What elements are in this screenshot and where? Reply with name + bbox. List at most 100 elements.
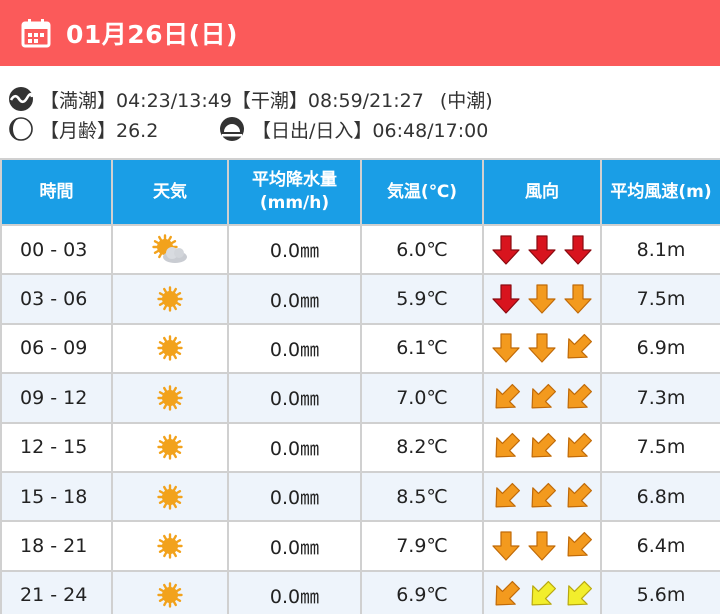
wind-arrows	[484, 233, 600, 267]
wind-speed-cell: 7.5m	[600, 421, 720, 473]
wind-arrow-icon	[495, 433, 521, 458]
table-row: 06 - 09 0.0㎜ 6.1℃ 6.9m	[0, 322, 720, 375]
wind-arrows	[484, 529, 600, 563]
table-row: 12 - 15 0.0㎜ 8.2℃ 7.5m	[0, 421, 720, 473]
time-cell: 03 - 06	[0, 273, 113, 325]
header-wind-dir: 風向	[482, 158, 602, 226]
wind-arrows	[484, 480, 600, 514]
table-row: 03 - 06 0.0㎜ 5.9℃ 7.5m	[0, 273, 720, 325]
table-header-row: 時間 天気 平均降水量 (mm/h) 気温(℃) 風向 平均風速(m)	[0, 158, 720, 226]
wind-arrow-icon	[495, 581, 521, 606]
wind-dir-cell	[482, 223, 602, 276]
wind-speed-cell: 5.6m	[600, 569, 720, 614]
wind-dir-cell	[482, 322, 602, 375]
wind-arrow-icon	[528, 333, 556, 364]
header-precip: 平均降水量 (mm/h)	[227, 158, 362, 226]
temp-cell: 7.0℃	[360, 372, 484, 424]
weather-cell	[111, 421, 229, 473]
wind-arrow-icon	[528, 235, 556, 265]
time-cell: 09 - 12	[0, 372, 113, 424]
partly-cloudy-icon	[152, 233, 187, 263]
wind-speed-cell: 7.5m	[600, 273, 720, 325]
high-tide-text: 【満潮】04:23/13:49	[40, 89, 232, 112]
wind-arrow-icon	[567, 581, 593, 606]
wind-arrow-icon	[564, 284, 592, 314]
wind-arrow-icon	[492, 531, 520, 561]
wind-arrow-icon	[564, 235, 592, 265]
temp-cell: 6.0℃	[360, 223, 484, 276]
table-row: 15 - 18 0.0㎜ 8.5℃ 6.8m	[0, 470, 720, 523]
sunny-icon	[157, 582, 183, 609]
time-cell: 00 - 03	[0, 223, 113, 276]
wind-speed-cell: 6.4m	[600, 520, 720, 572]
time-cell: 18 - 21	[0, 520, 113, 572]
weather-cell	[111, 273, 229, 325]
header-precip-line1: 平均降水量	[252, 170, 337, 191]
temp-cell: 7.9℃	[360, 520, 484, 572]
sunny-icon	[157, 483, 183, 510]
sunrise-sunset: 【日出/日入】06:48/17:00	[218, 114, 488, 144]
temp-cell: 8.5℃	[360, 470, 484, 523]
wind-arrows	[484, 430, 600, 464]
precip-cell: 0.0㎜	[227, 470, 362, 523]
header-time: 時間	[0, 158, 113, 226]
wind-arrow-icon	[495, 383, 521, 409]
wind-arrow-icon	[531, 482, 557, 508]
sunny-icon	[157, 286, 183, 312]
sunny-icon	[157, 434, 183, 460]
wind-arrows	[484, 282, 600, 316]
wind-arrow-icon	[528, 531, 556, 561]
temp-cell: 5.9℃	[360, 273, 484, 325]
table-row: 09 - 12 0.0㎜ 7.0℃ 7.3m	[0, 372, 720, 424]
weather-cell	[111, 470, 229, 523]
tide-times: 【満潮】04:23/13:49 【干潮】08:59/21:27 (中潮)	[8, 84, 493, 114]
wind-dir-cell	[482, 569, 602, 614]
forecast-table: 時間 天気 平均降水量 (mm/h) 気温(℃) 風向 平均風速(m) 00 -…	[0, 158, 720, 614]
low-tide-text: 【干潮】08:59/21:27	[231, 89, 424, 112]
wind-arrow-icon	[492, 235, 520, 265]
wave-icon	[9, 87, 34, 111]
moon-age-text: 【月齢】26.2	[40, 119, 159, 142]
sunrise-icon	[220, 117, 244, 141]
wind-arrow-icon	[492, 333, 520, 364]
precip-cell: 0.0㎜	[227, 372, 362, 424]
wind-speed-cell: 6.9m	[600, 322, 720, 375]
table-row: 21 - 24 0.0㎜ 6.9℃ 5.6m	[0, 569, 720, 614]
weather-cell	[111, 520, 229, 572]
wind-arrow-icon	[567, 433, 593, 458]
tide-type-text: (中潮)	[439, 89, 493, 112]
wind-arrows	[484, 381, 600, 415]
wind-arrow-icon	[531, 581, 557, 606]
header-weather: 天気	[111, 158, 229, 226]
precip-cell: 0.0㎜	[227, 569, 362, 614]
wind-arrows	[484, 578, 600, 612]
time-cell: 12 - 15	[0, 421, 113, 473]
header-temp: 気温(℃)	[360, 158, 484, 226]
precip-cell: 0.0㎜	[227, 421, 362, 473]
sunny-icon	[157, 385, 183, 411]
temp-cell: 8.2℃	[360, 421, 484, 473]
header-wind-speed: 平均風速(m)	[600, 158, 720, 226]
wind-arrow-icon	[567, 531, 593, 557]
date-header: 01月26日(日)	[0, 0, 720, 66]
temp-cell: 6.1℃	[360, 322, 484, 375]
moon-age: 【月齢】26.2	[8, 114, 158, 144]
wind-arrow-icon	[531, 383, 557, 409]
precip-cell: 0.0㎜	[227, 273, 362, 325]
wind-arrow-icon	[567, 482, 593, 508]
time-cell: 21 - 24	[0, 569, 113, 614]
wind-dir-cell	[482, 421, 602, 473]
header-precip-line2: (mm/h)	[259, 193, 330, 213]
precip-cell: 0.0㎜	[227, 322, 362, 375]
page-title: 01月26日(日)	[66, 20, 238, 49]
sun-times-text: 【日出/日入】06:48/17:00	[252, 119, 489, 142]
wind-arrow-icon	[528, 284, 556, 314]
precip-cell: 0.0㎜	[227, 520, 362, 572]
temp-cell: 6.9℃	[360, 569, 484, 614]
wind-arrow-icon	[492, 284, 520, 314]
sunny-icon	[157, 533, 183, 559]
wind-arrow-icon	[567, 383, 593, 409]
sunny-icon	[157, 335, 183, 362]
wind-speed-cell: 6.8m	[600, 470, 720, 523]
moon-icon	[9, 117, 33, 141]
